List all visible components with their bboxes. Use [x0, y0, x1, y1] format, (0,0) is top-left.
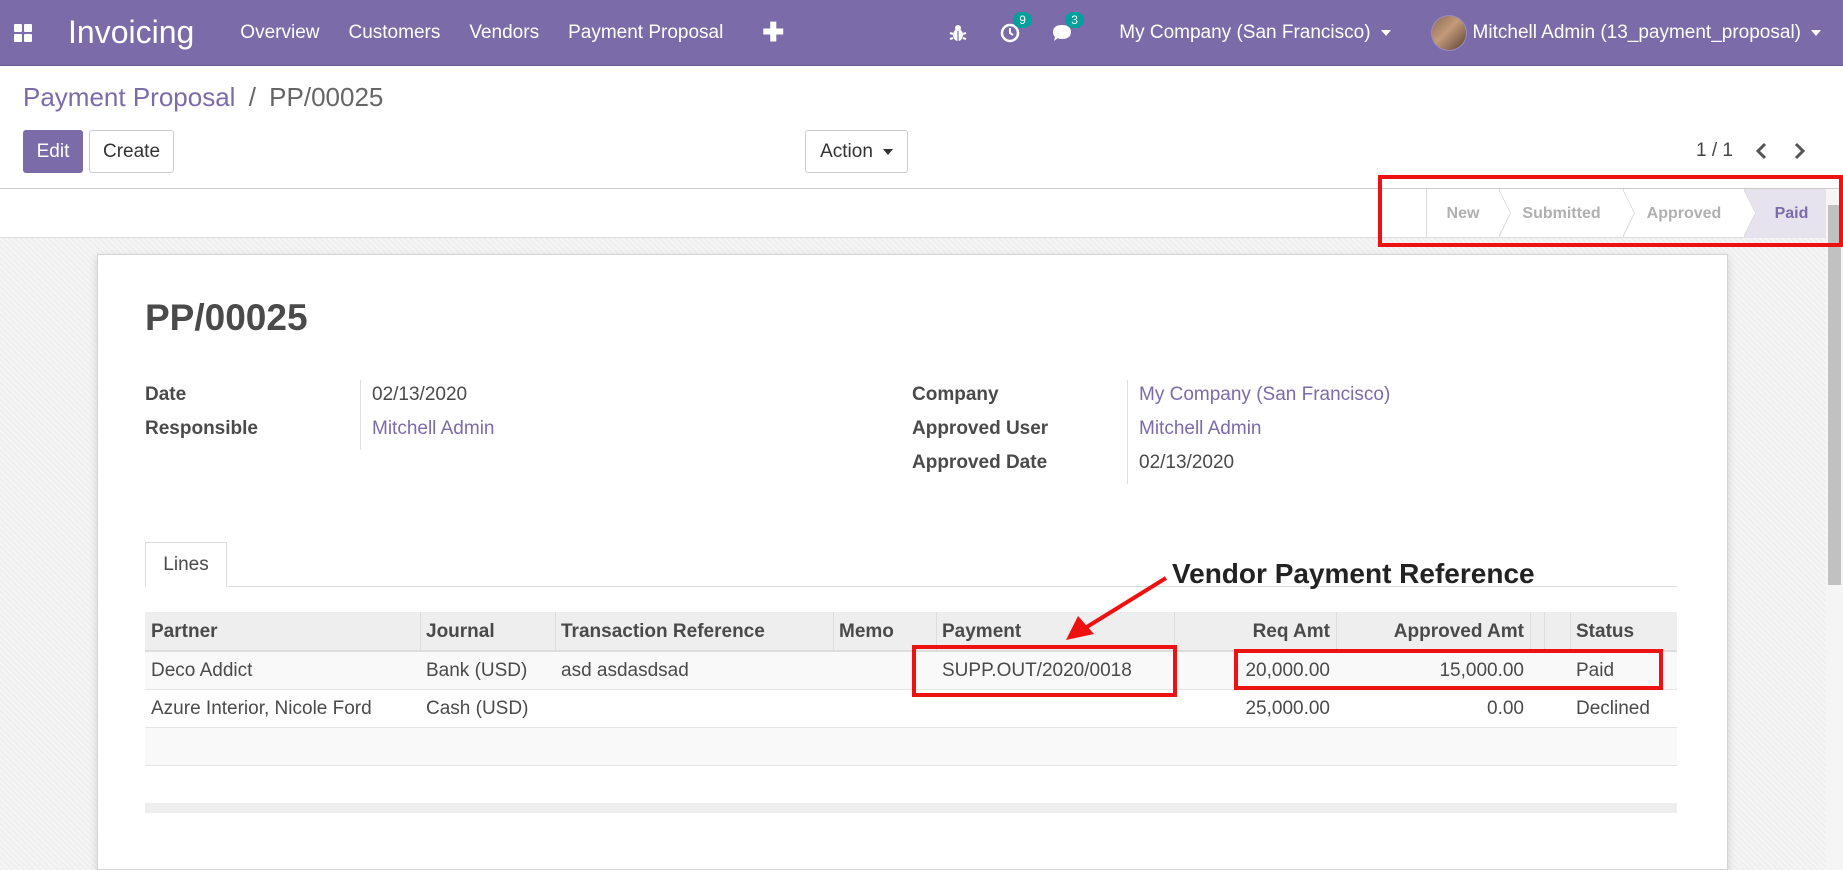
column-header-journal[interactable]: Journal: [420, 612, 555, 652]
action-label: Action: [820, 140, 873, 162]
avatar: [1430, 15, 1467, 51]
app-brand[interactable]: Invoicing: [68, 14, 194, 51]
column-header-approved-amt[interactable]: Approved Amt: [1336, 612, 1530, 652]
chevron-left-icon[interactable]: [1749, 138, 1773, 164]
activities-badge: 9: [1013, 12, 1032, 28]
cell-transaction-reference: asd asdasdsad: [561, 660, 689, 681]
caret-down-icon: [1380, 29, 1391, 36]
activities-clock-icon[interactable]: 9: [999, 12, 1032, 44]
menu-overview[interactable]: Overview: [240, 22, 319, 44]
field-divider: [1127, 380, 1128, 484]
annotation-arrow: [1066, 576, 1168, 640]
approved-date-field: 02/13/2020: [1139, 452, 1235, 473]
column-separator: [1544, 612, 1545, 652]
company-switcher-label: My Company (San Francisco): [1119, 22, 1371, 43]
menu-vendors[interactable]: Vendors: [469, 22, 539, 44]
lines-table: Partner Journal Transaction Reference Me…: [145, 612, 1677, 813]
control-panel: Payment Proposal / PP/00025 Edit Create …: [0, 66, 1843, 189]
create-button[interactable]: Create: [89, 130, 174, 173]
breadcrumb-current: PP/00025: [269, 82, 384, 112]
record-title: PP/00025: [145, 297, 308, 338]
user-menu[interactable]: Mitchell Admin (13_payment_proposal): [1430, 15, 1821, 51]
date-field: 02/13/2020: [372, 384, 468, 405]
action-dropdown-button[interactable]: Action: [805, 130, 908, 173]
messages-chat-icon[interactable]: 3: [1051, 12, 1084, 44]
tab-lines[interactable]: Lines: [145, 542, 227, 587]
cell-journal: Bank (USD): [426, 660, 528, 681]
bug-icon[interactable]: [947, 22, 969, 44]
pager-value[interactable]: 1 / 1: [1696, 140, 1733, 162]
cell-req-amt: 25,000.00: [1245, 698, 1330, 719]
breadcrumb: Payment Proposal / PP/00025: [23, 82, 383, 113]
approved-user-label: Approved User: [912, 418, 1049, 439]
cell-status: Declined: [1576, 698, 1650, 719]
responsible-link[interactable]: Mitchell Admin: [372, 418, 495, 440]
approved-date-label: Approved Date: [912, 452, 1048, 473]
user-menu-label: Mitchell Admin (13_payment_proposal): [1472, 22, 1801, 43]
cell-approved-amt: 0.00: [1487, 698, 1524, 719]
company-link[interactable]: My Company (San Francisco): [1139, 384, 1390, 406]
cell-journal: Cash (USD): [426, 698, 529, 719]
annotation-statusbar-box: [1378, 175, 1843, 247]
company-label: Company: [912, 384, 999, 405]
caret-down-icon: [882, 148, 893, 155]
top-navbar: Invoicing Overview Customers Vendors Pay…: [0, 0, 1843, 66]
column-header-req-amt[interactable]: Req Amt: [1174, 612, 1336, 652]
column-header-partner[interactable]: Partner: [145, 612, 420, 652]
approved-user-link[interactable]: Mitchell Admin: [1139, 418, 1262, 440]
column-header-status[interactable]: Status: [1570, 612, 1677, 652]
messages-badge: 3: [1065, 12, 1084, 28]
table-row[interactable]: Azure Interior, Nicole Ford Cash (USD) 2…: [145, 690, 1677, 728]
table-footer: [145, 803, 1677, 813]
step-arrow: [1743, 189, 1756, 238]
caret-down-icon: [1811, 30, 1821, 36]
company-switcher[interactable]: My Company (San Francisco): [1119, 22, 1391, 44]
chevron-right-icon[interactable]: [1788, 138, 1812, 164]
table-header: Partner Journal Transaction Reference Me…: [145, 612, 1677, 652]
menu-payment-proposal[interactable]: Payment Proposal: [568, 22, 723, 44]
scrollbar-thumb[interactable]: [1828, 205, 1841, 585]
menu-customers[interactable]: Customers: [348, 22, 440, 44]
responsible-label: Responsible: [145, 418, 258, 439]
empty-table-row: [145, 728, 1677, 766]
annotation-label: Vendor Payment Reference: [1172, 558, 1535, 589]
annotation-amounts-status-box: [1234, 649, 1663, 690]
edit-button[interactable]: Edit: [23, 130, 83, 173]
breadcrumb-separator: /: [248, 82, 256, 112]
cell-partner: Deco Addict: [151, 660, 253, 681]
date-label: Date: [145, 384, 187, 405]
step-arrow: [1498, 189, 1511, 238]
cell-partner: Azure Interior, Nicole Ford: [151, 698, 372, 719]
cell-transaction-reference: [555, 690, 833, 728]
step-arrow: [1622, 189, 1635, 238]
apps-menu-icon[interactable]: [0, 0, 46, 66]
column-header-transaction-reference[interactable]: Transaction Reference: [555, 612, 833, 652]
breadcrumb-parent-link[interactable]: Payment Proposal: [23, 82, 235, 112]
column-separator: [1530, 612, 1531, 652]
annotation-payment-box: [912, 645, 1177, 697]
plus-icon[interactable]: ✚: [762, 17, 784, 48]
field-divider: [360, 380, 361, 450]
